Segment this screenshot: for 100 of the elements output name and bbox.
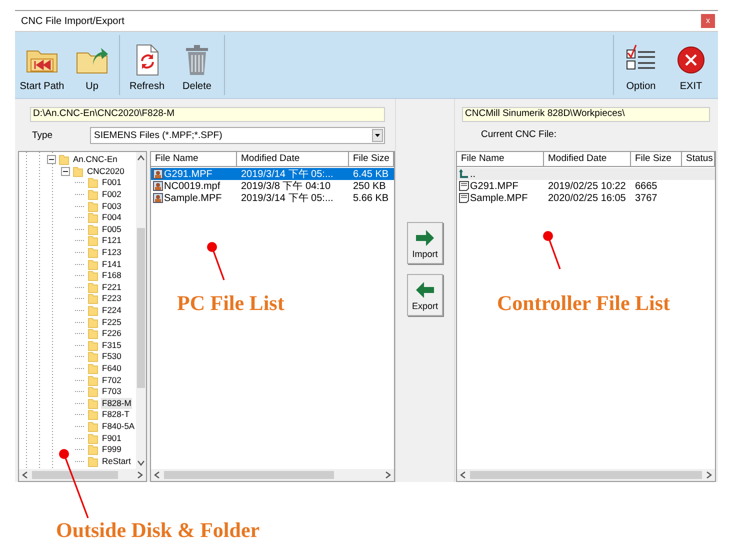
column-header[interactable]: File Size (631, 152, 682, 166)
vertical-scrollbar[interactable] (136, 152, 146, 469)
scrollbar-thumb[interactable] (32, 471, 118, 479)
chevron-right-icon (136, 471, 144, 479)
file-name: .. (470, 168, 476, 180)
chevron-left-icon (459, 471, 467, 479)
horizontal-scrollbar[interactable] (19, 469, 146, 481)
tree-item[interactable]: F530 (101, 351, 122, 362)
leader-line (543, 231, 561, 270)
document-icon (459, 181, 469, 191)
tree-item[interactable]: F123 (101, 247, 122, 258)
tree-item[interactable]: F005 (101, 224, 122, 235)
horizontal-scrollbar[interactable] (457, 469, 715, 481)
table-cell-text: 2019/3/14 下午 05:... (241, 192, 334, 205)
scrollbar-thumb[interactable] (470, 471, 702, 479)
file-row[interactable]: G291.MPF 2019/02/25 10:22 6665 (457, 180, 715, 192)
file-row[interactable]: G291.MPF 2019/3/14 下午 05:... 6.45 KB (151, 168, 394, 180)
folder-icon (88, 316, 98, 328)
file-name: Sample.MPF (470, 192, 528, 204)
tree-item[interactable]: F702 (101, 374, 122, 386)
folder-icon (88, 374, 98, 386)
tree-item[interactable]: An.CNC-En (72, 154, 118, 166)
folder-icon (88, 456, 98, 467)
tree-item[interactable]: F901 (101, 432, 122, 444)
column-header[interactable]: Status (682, 152, 715, 166)
tree-item[interactable]: F226 (101, 328, 122, 340)
toolbar-button[interactable]: EXIT (666, 35, 716, 95)
collapse-icon[interactable] (47, 155, 56, 164)
file-icon (153, 181, 163, 191)
tree-item[interactable]: F315 (101, 340, 122, 351)
file-row[interactable]: NC0019.mpf 2019/3/8 下午 04:10 250 KB (151, 180, 394, 192)
scrollbar-thumb[interactable] (164, 471, 334, 479)
folder-icon (88, 420, 98, 432)
file-row[interactable]: Sample.MPF 2019/3/14 下午 05:... 5.66 KB (151, 192, 394, 204)
tree-item[interactable]: F703 (101, 386, 122, 398)
tree-item[interactable]: ReStart (101, 456, 132, 467)
folder-icon (88, 398, 98, 409)
tree-item[interactable]: F828-T (101, 409, 130, 420)
tree-item[interactable]: F224 (101, 305, 122, 316)
tree-item[interactable]: F002 (101, 189, 122, 200)
chevron-left-icon (21, 471, 29, 479)
import-button[interactable]: Import (407, 222, 443, 264)
tree-item[interactable]: F999 (101, 444, 122, 456)
folder-icon (88, 444, 98, 456)
folder-icon (88, 189, 98, 200)
column-header[interactable]: Modified Date (544, 152, 631, 166)
leader-line (59, 449, 89, 518)
tree-item[interactable]: F001 (101, 177, 122, 188)
folder-icon (88, 386, 98, 398)
table-cell: 6665 (635, 180, 658, 192)
file-row[interactable]: .. (457, 168, 715, 180)
toolbar-button[interactable]: Delete (172, 35, 222, 95)
table-cell: 2019/02/25 10:22 (548, 180, 626, 192)
tree-item[interactable]: F840-5A (101, 420, 136, 432)
tree-item[interactable]: F640 (101, 362, 122, 374)
tree-item[interactable]: CNC2020 (86, 166, 126, 177)
file-row[interactable]: Sample.MPF 2020/02/25 16:05 3767 (457, 192, 715, 204)
file-icon (153, 169, 163, 179)
folder-icon (88, 270, 98, 282)
file-name: G291.MPF (164, 168, 212, 180)
tree-item[interactable]: F168 (101, 270, 122, 282)
scrollbar-thumb[interactable] (136, 228, 145, 388)
export-button[interactable]: Export (407, 274, 443, 316)
column-header[interactable]: File Size (349, 152, 394, 166)
table-cell: 5.66 KB (353, 192, 389, 204)
toolbar-button[interactable]: Up (67, 35, 117, 95)
chevron-right-icon (384, 471, 392, 479)
folder-icon (88, 351, 98, 362)
folder-icon (73, 166, 83, 177)
horizontal-scrollbar[interactable] (151, 469, 394, 481)
collapse-icon[interactable] (61, 166, 70, 176)
path-field[interactable]: CNCMill Sinumerik 828D\Workpieces\ (462, 107, 710, 122)
file-name: NC0019.mpf (164, 180, 220, 192)
column-header[interactable]: Modified Date (237, 152, 349, 166)
toolbar-button[interactable]: Option (616, 35, 666, 95)
tree-item[interactable]: F121 (101, 235, 122, 246)
tree-item[interactable]: F004 (101, 212, 122, 224)
table-cell: 250 KB (353, 180, 386, 192)
chevron-right-icon (705, 471, 713, 479)
path-field[interactable]: D:\An.CNC-En\CNC2020\F828-M (30, 107, 385, 122)
toolbar-button[interactable]: Start Path (17, 35, 67, 95)
toolbar-button[interactable]: Refresh (122, 35, 172, 95)
column-header[interactable]: File Name (151, 152, 237, 166)
tree-item[interactable]: F828-M (101, 398, 132, 409)
chevron-up-icon (136, 154, 145, 162)
tree-item[interactable]: F221 (101, 282, 122, 293)
tree-item[interactable]: F223 (101, 293, 122, 304)
close-button[interactable]: x (701, 14, 715, 28)
folder-icon (88, 212, 98, 224)
folder-icon (88, 340, 98, 351)
tree-item[interactable]: F225 (101, 316, 122, 328)
folder-icon (88, 224, 98, 235)
folder-icon (88, 305, 98, 316)
tree-item[interactable]: F141 (101, 258, 122, 270)
column-header[interactable]: File Name (457, 152, 544, 166)
tree-item[interactable]: F003 (101, 200, 122, 212)
table-cell-text: 2019/3/8 下午 04:10 (241, 180, 331, 193)
callout-label: PC File List (177, 291, 284, 315)
type-dropdown[interactable]: SIEMENS Files (*.MPF;*.SPF) (90, 127, 385, 144)
table-cell: 2020/02/25 16:05 (548, 192, 626, 204)
